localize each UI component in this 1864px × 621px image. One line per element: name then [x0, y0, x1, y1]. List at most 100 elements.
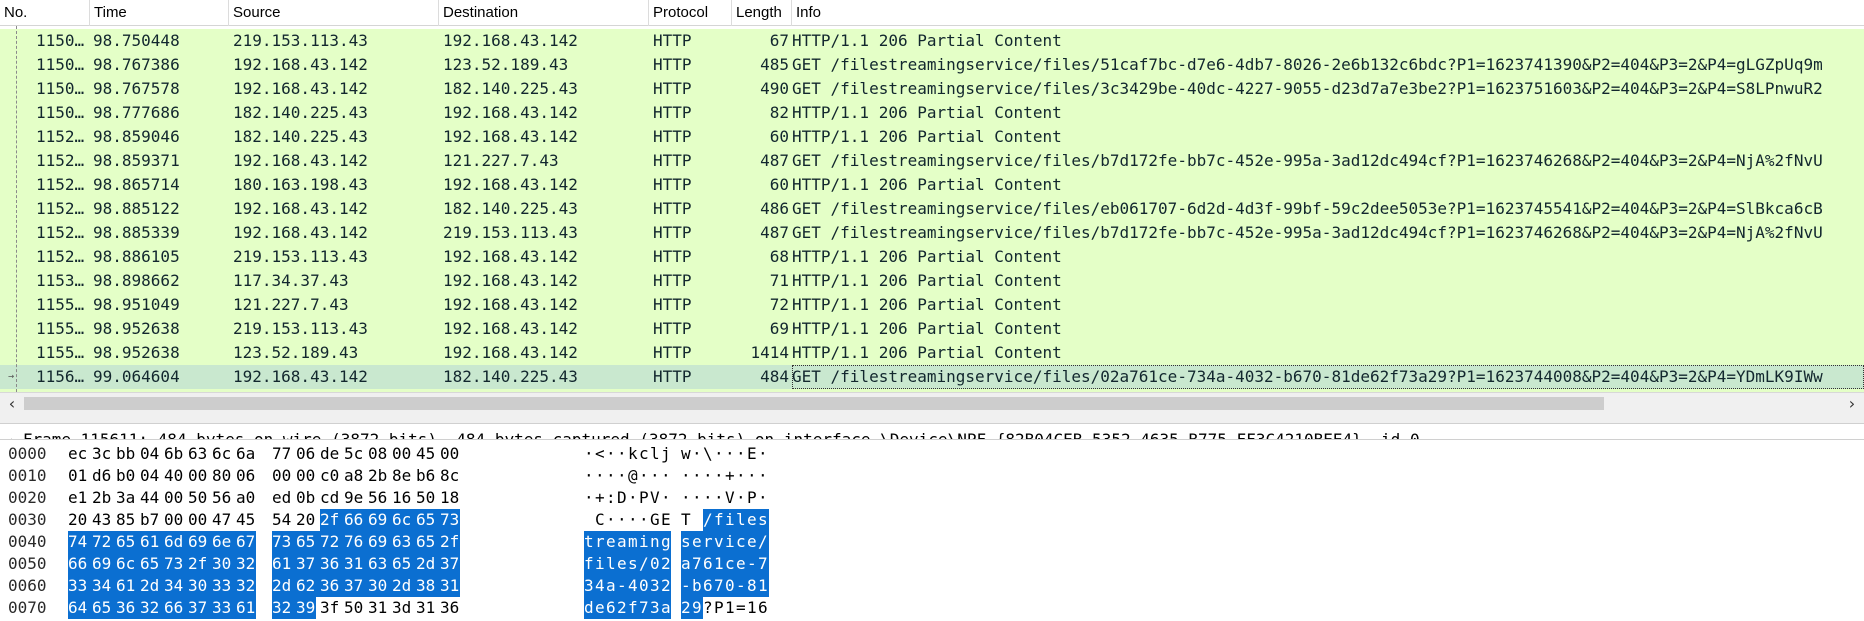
hex-byte[interactable]: 73 — [272, 531, 296, 553]
ascii-char[interactable]: 6 — [758, 597, 768, 619]
ascii-char[interactable]: · — [661, 465, 671, 487]
ascii-char[interactable]: f — [714, 509, 725, 531]
hex-byte[interactable]: 31 — [368, 597, 388, 619]
hex-byte[interactable]: cd — [320, 487, 340, 509]
hex-byte[interactable]: 2b — [368, 465, 388, 487]
packet-details-pane[interactable]: ›Frame 115611: 484 bytes on wire (3872 b… — [0, 424, 1864, 440]
ascii-char[interactable]: m — [628, 531, 639, 553]
packet-row[interactable]: 1155… 98.952638 219.153.113.43 192.168.43.1… — [0, 317, 1864, 341]
ascii-char[interactable]: l — [736, 509, 747, 531]
ascii-char[interactable]: 0 — [650, 553, 661, 575]
ascii-char[interactable]: · — [736, 443, 746, 465]
hex-byte[interactable]: 66 — [68, 553, 92, 575]
packet-row[interactable]: 1150… 98.750448 219.153.113.43 192.168.43.1… — [0, 29, 1864, 53]
hex-byte[interactable]: 2b — [92, 487, 112, 509]
ascii-char[interactable]: e — [736, 553, 747, 575]
hex-byte[interactable]: 36 — [320, 575, 344, 597]
ascii-char[interactable]: / — [639, 553, 650, 575]
frame-summary-line[interactable]: ›Frame 115611: 484 bytes on wire (3872 b… — [10, 428, 1420, 439]
ascii-char[interactable]: · — [595, 465, 605, 487]
ascii-char[interactable]: 1 — [714, 553, 725, 575]
packet-row[interactable]: 1152… 98.859046 182.140.225.43 192.168.43.1… — [0, 125, 1864, 149]
hex-byte[interactable]: ec — [68, 443, 88, 465]
hex-byte[interactable]: c0 — [320, 465, 340, 487]
ascii-char[interactable]: 2 — [617, 597, 628, 619]
hex-byte[interactable]: 00 — [188, 509, 208, 531]
hex-byte[interactable]: 63 — [368, 553, 392, 575]
hex-byte[interactable]: 36 — [320, 553, 344, 575]
hex-byte[interactable]: 31 — [440, 575, 460, 597]
hex-byte[interactable]: 2d — [140, 575, 164, 597]
ascii-char[interactable]: · — [692, 443, 702, 465]
ascii-char[interactable]: e — [606, 531, 617, 553]
packet-row-selected[interactable]: → 1156… 99.064604 192.168.43.142 182.140.225… — [0, 365, 1864, 389]
hex-byte[interactable]: 31 — [344, 553, 368, 575]
ascii-char[interactable]: / — [758, 531, 769, 553]
hex-byte[interactable]: e1 — [68, 487, 88, 509]
hex-byte[interactable]: 61 — [116, 575, 140, 597]
ascii-char[interactable]: - — [736, 575, 747, 597]
ascii-char[interactable]: s — [681, 531, 692, 553]
hex-byte[interactable]: 37 — [440, 553, 460, 575]
ascii-char[interactable]: 9 — [692, 597, 703, 619]
ascii-char[interactable]: · — [606, 509, 616, 531]
hex-byte[interactable]: 6d — [164, 531, 188, 553]
hex-byte[interactable]: 80 — [212, 465, 232, 487]
ascii-char[interactable]: · — [703, 487, 713, 509]
hex-byte[interactable]: 34 — [92, 575, 116, 597]
hex-byte[interactable]: b0 — [116, 465, 136, 487]
hex-byte[interactable]: 73 — [164, 553, 188, 575]
hex-byte[interactable]: 20 — [68, 509, 88, 531]
packet-row[interactable]: 1155… 98.952638 123.52.189.43 192.168.43.14… — [0, 341, 1864, 365]
hex-byte[interactable]: 3a — [116, 487, 136, 509]
hex-byte[interactable]: 6c — [212, 443, 232, 465]
hex-byte[interactable]: 2f — [440, 531, 460, 553]
hex-byte[interactable]: 16 — [392, 487, 412, 509]
ascii-char[interactable]: : — [606, 487, 616, 509]
ascii-char[interactable]: · — [584, 465, 594, 487]
hex-byte[interactable]: 2d — [272, 575, 296, 597]
ascii-char[interactable]: s — [628, 553, 639, 575]
hex-byte[interactable]: b6 — [416, 465, 436, 487]
hex-byte[interactable]: a0 — [236, 487, 256, 509]
hex-byte[interactable]: 34 — [164, 575, 188, 597]
packet-row[interactable]: 1150… 98.777686 182.140.225.43 192.168.43.1… — [0, 101, 1864, 125]
packet-row[interactable]: 1155… 98.951049 121.227.7.43 192.168.43.142… — [0, 293, 1864, 317]
hex-byte[interactable]: 36 — [440, 597, 460, 619]
hex-byte[interactable]: 37 — [188, 597, 212, 619]
ascii-char[interactable]: · — [714, 487, 724, 509]
hex-byte[interactable]: 20 — [296, 509, 316, 531]
hex-byte[interactable]: 62 — [296, 575, 320, 597]
hex-byte[interactable]: 31 — [416, 597, 436, 619]
ascii-char[interactable]: @ — [628, 465, 638, 487]
ascii-char[interactable]: · — [617, 509, 627, 531]
ascii-char[interactable]: v — [714, 531, 725, 553]
hex-byte[interactable]: 18 — [440, 487, 460, 509]
ascii-char[interactable]: 6 — [606, 597, 617, 619]
ascii-char[interactable]: c — [639, 443, 649, 465]
ascii-char[interactable]: a — [617, 531, 628, 553]
packet-row[interactable]: 1152… 98.886105 219.153.113.43 192.168.43.1… — [0, 245, 1864, 269]
ascii-char[interactable]: 2 — [661, 553, 671, 575]
hex-byte[interactable]: de — [320, 443, 340, 465]
hex-byte[interactable]: 00 — [272, 465, 292, 487]
ascii-char[interactable]: - — [617, 575, 628, 597]
ascii-char[interactable]: a — [681, 553, 692, 575]
hex-byte[interactable]: 69 — [188, 531, 212, 553]
ascii-char[interactable]: P — [747, 487, 757, 509]
ascii-char[interactable]: b — [692, 575, 703, 597]
hex-byte[interactable]: 37 — [296, 553, 320, 575]
ascii-char[interactable]: 7 — [714, 575, 725, 597]
hex-byte[interactable]: 08 — [368, 443, 388, 465]
ascii-char[interactable]: · — [758, 443, 768, 465]
hex-byte[interactable]: 00 — [164, 487, 184, 509]
ascii-char[interactable]: w — [681, 443, 691, 465]
ascii-char[interactable]: · — [584, 487, 594, 509]
ascii-char[interactable]: 7 — [692, 553, 703, 575]
ascii-char[interactable]: 3 — [650, 597, 661, 619]
hex-byte[interactable]: 6a — [236, 443, 256, 465]
ascii-char[interactable] — [584, 509, 594, 531]
hex-byte[interactable]: bb — [116, 443, 136, 465]
hex-byte[interactable]: 63 — [392, 531, 416, 553]
ascii-char[interactable]: l — [606, 553, 617, 575]
